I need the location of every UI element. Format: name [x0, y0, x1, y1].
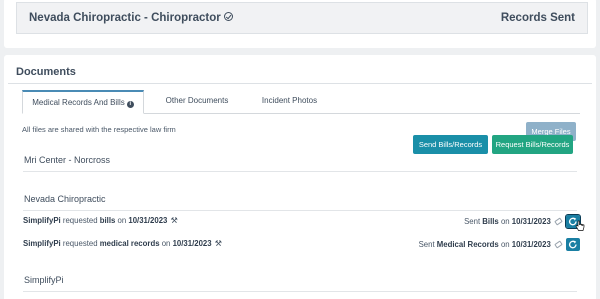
info-icon[interactable]: i — [126, 101, 134, 108]
sent-on-text: on — [500, 217, 510, 226]
entry-date: 10/31/2023 — [172, 239, 212, 248]
section-nevada-chiropractic: Nevada Chiropractic — [24, 194, 106, 204]
sent-entry: Sent Medical Records on 10/31/2023 — [418, 240, 563, 249]
section-simplifypi: SimplifyPi — [24, 275, 64, 285]
resend-button[interactable] — [566, 238, 580, 251]
documents-title: Documents — [16, 66, 76, 78]
entry-on-text: on — [117, 216, 127, 225]
provider-status: Records Sent — [500, 12, 575, 24]
hand-cursor-icon — [575, 220, 585, 231]
resend-icon — [568, 240, 577, 249]
entry-requester: SimplifyPi — [23, 239, 61, 248]
request-entry: SimplifyPi requested bills on 10/31/2023… — [23, 216, 178, 225]
tab-medical-records-and-bills[interactable]: Medical Records And Bills i — [22, 90, 144, 114]
section-divider — [23, 210, 577, 211]
documents-tabs: Medical Records And Bills i Other Documen… — [22, 90, 580, 114]
tag-icon — [554, 217, 563, 226]
provider-card: Nevada Chiropractic - Chiropractor Recor… — [4, 0, 596, 48]
send-bills-records-button[interactable]: Send Bills/Records — [413, 135, 488, 154]
tab-incident-photos[interactable]: Incident Photos — [247, 90, 332, 114]
entry-item: bills — [99, 216, 116, 225]
wrench-icon: ⚒ — [214, 239, 222, 248]
tab-label: Incident Photos — [261, 96, 318, 105]
wrench-icon: ⚒ — [170, 216, 178, 225]
request-bills-records-button[interactable]: Request Bills/Records — [492, 135, 573, 154]
request-entry: SimplifyPi requested medical records on … — [23, 239, 222, 248]
sent-item: Bills — [482, 217, 499, 226]
tag-icon — [554, 240, 563, 249]
shared-note: All files are shared with the respective… — [22, 125, 176, 134]
provider-row[interactable]: Nevada Chiropractic - Chiropractor Recor… — [16, 2, 588, 34]
entry-requested-text: requested — [62, 239, 98, 248]
tab-label: Medical Records And Bills — [32, 98, 125, 107]
sent-entry: Sent Bills on 10/31/2023 — [464, 217, 563, 226]
section-divider — [23, 291, 577, 292]
tab-label: Other Documents — [165, 96, 229, 105]
documents-card: Documents Medical Records And Bills i Oth… — [4, 55, 596, 299]
entry-item: medical records — [99, 239, 160, 248]
sent-date: 10/31/2023 — [511, 217, 551, 226]
documents-header-divider — [8, 83, 592, 84]
entry-date: 10/31/2023 — [128, 216, 168, 225]
section-divider — [23, 171, 577, 172]
entry-on-text: on — [161, 239, 171, 248]
sent-item: Medical Records — [436, 240, 499, 249]
sent-on-text: on — [500, 240, 510, 249]
section-mri-center: Mri Center - Norcross — [24, 155, 111, 165]
sent-text: Sent — [464, 217, 481, 226]
entry-requested-text: requested — [62, 216, 98, 225]
check-circle-icon — [223, 12, 233, 21]
entry-requester: SimplifyPi — [23, 216, 61, 225]
sent-text: Sent — [418, 240, 435, 249]
sent-date: 10/31/2023 — [511, 240, 551, 249]
provider-name: Nevada Chiropractic - Chiropractor — [29, 12, 221, 24]
tab-other-documents[interactable]: Other Documents — [152, 90, 242, 114]
provider-title: Nevada Chiropractic - Chiropractor — [29, 12, 233, 24]
